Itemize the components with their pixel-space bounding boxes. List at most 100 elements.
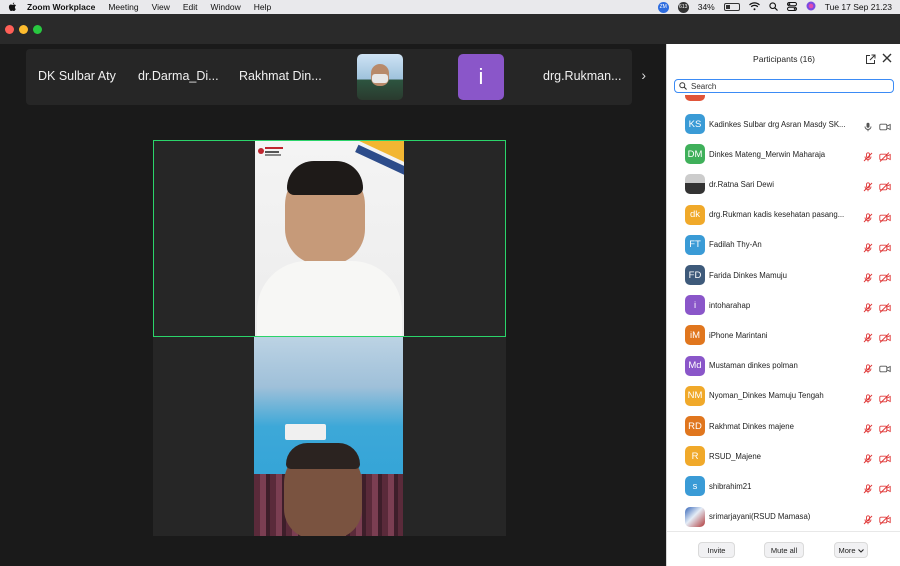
menu-view[interactable]: View xyxy=(152,2,170,12)
participant-name: Nyoman_Dinkes Mamuju Tengah xyxy=(709,391,824,401)
camera-off-icon[interactable] xyxy=(879,481,891,495)
avatar: dk xyxy=(685,204,705,225)
siri-icon[interactable] xyxy=(806,1,816,13)
battery-icon[interactable] xyxy=(723,3,740,11)
strip-video-thumbnail[interactable] xyxy=(357,54,403,100)
avatar: DM xyxy=(685,144,705,165)
participant-row[interactable]: dk drg.Rukman kadis kesehatan pasang... xyxy=(667,200,900,230)
search-icon xyxy=(679,77,687,95)
mic-muted-icon[interactable] xyxy=(863,512,873,524)
strip-tile-name[interactable]: drg.Rukman... xyxy=(543,69,623,83)
mic-muted-icon[interactable] xyxy=(863,300,873,313)
zoom-status-icon[interactable]: ZM xyxy=(657,1,669,13)
mic-muted-icon[interactable] xyxy=(863,179,873,192)
menu-app-name[interactable]: Zoom Workplace xyxy=(27,2,95,12)
strip-next-arrow-icon[interactable]: › xyxy=(641,67,646,83)
search-icon[interactable] xyxy=(769,1,778,13)
participants-header: Participants (16) xyxy=(667,44,900,74)
apple-icon[interactable] xyxy=(7,2,17,12)
strip-tile-name[interactable]: DK Sulbar Aty xyxy=(38,69,128,83)
avatar: FD xyxy=(685,265,705,285)
camera-off-icon[interactable] xyxy=(879,421,891,434)
menu-help[interactable]: Help xyxy=(254,2,271,12)
camera-off-icon[interactable] xyxy=(879,512,891,525)
invite-button[interactable]: Invite xyxy=(698,542,735,558)
more-button[interactable]: More xyxy=(834,542,868,558)
participant-row[interactable]: NM Nyoman_Dinkes Mamuju Tengah xyxy=(667,381,900,411)
menu-window[interactable]: Window xyxy=(211,2,241,12)
participant-row[interactable]: s shibrahim21 xyxy=(667,471,900,501)
strip-tile-name[interactable]: Rakhmat Din... xyxy=(239,69,323,83)
participant-name: Kadinkes Sulbar drg Asran Masdy SK... xyxy=(709,119,846,129)
active-speaker-video[interactable] xyxy=(153,140,506,337)
video-feed xyxy=(255,141,404,336)
mic-icon[interactable] xyxy=(863,119,873,132)
participant-row[interactable]: DM Dinkes Mateng_Merwin Maharaja xyxy=(667,139,900,169)
search-input[interactable] xyxy=(691,81,881,91)
wifi-icon[interactable] xyxy=(748,1,760,13)
window-close-button[interactable] xyxy=(5,25,14,34)
participant-row[interactable]: i intoharahap xyxy=(667,290,900,320)
camera-off-icon[interactable] xyxy=(879,240,891,253)
mic-muted-icon[interactable] xyxy=(863,421,873,434)
camera-icon[interactable] xyxy=(879,119,891,131)
control-center-icon[interactable] xyxy=(786,1,797,13)
participant-row[interactable]: srimarjayani(RSUD Mamasa) xyxy=(667,502,900,531)
mute-all-button[interactable]: Mute all xyxy=(764,542,804,558)
mic-muted-icon[interactable] xyxy=(863,481,873,494)
menubar-datetime[interactable]: Tue 17 Sep 21.23 xyxy=(825,2,892,12)
participant-row[interactable]: dr.Ratna Sari Dewi xyxy=(667,169,900,199)
participants-footer: Invite Mute all More xyxy=(667,531,900,566)
mic-muted-icon[interactable] xyxy=(863,391,873,404)
avatar xyxy=(685,95,705,101)
participant-row[interactable]: KS Kadinkes Sulbar drg Asran Masdy SK... xyxy=(667,109,900,139)
status-badge-icon[interactable]: 613 xyxy=(677,1,689,13)
mic-muted-icon[interactable] xyxy=(863,240,873,253)
battery-percent: 34% xyxy=(697,2,715,12)
participant-row[interactable]: FD Farida Dinkes Mamuju xyxy=(667,260,900,290)
camera-off-icon[interactable] xyxy=(879,451,891,465)
mic-muted-icon[interactable] xyxy=(863,210,873,222)
strip-avatar-tile[interactable]: i xyxy=(458,54,504,100)
avatar: i xyxy=(685,295,705,316)
camera-off-icon[interactable] xyxy=(879,210,891,223)
window-minimize-button[interactable] xyxy=(19,25,28,34)
menu-edit[interactable]: Edit xyxy=(183,2,198,12)
close-icon[interactable] xyxy=(881,51,893,63)
mic-muted-icon[interactable] xyxy=(863,330,873,343)
mic-muted-icon[interactable] xyxy=(863,361,873,373)
window-fullscreen-button[interactable] xyxy=(33,25,42,34)
participant-video[interactable] xyxy=(153,337,506,536)
mic-muted-icon[interactable] xyxy=(863,149,873,162)
strip-tile-name[interactable]: dr.Darma_Di... xyxy=(138,69,220,83)
participant-name: Mustaman dinkes polman xyxy=(709,361,798,371)
camera-off-icon[interactable] xyxy=(879,391,891,404)
camera-off-icon[interactable] xyxy=(879,179,891,193)
menu-meeting[interactable]: Meeting xyxy=(108,2,138,12)
participant-row[interactable]: RD Rakhmat Dinkes majene xyxy=(667,411,900,441)
camera-off-icon[interactable] xyxy=(879,149,891,163)
participant-name: srimarjayani(RSUD Mamasa) xyxy=(709,512,811,522)
mic-muted-icon[interactable] xyxy=(863,270,873,283)
participant-name: Farida Dinkes Mamuju xyxy=(709,270,787,280)
camera-icon[interactable] xyxy=(879,361,891,372)
participant-row[interactable]: FT Fadilah Thy-An xyxy=(667,230,900,260)
camera-off-icon[interactable] xyxy=(879,330,891,344)
participant-row[interactable]: Md Mustaman dinkes polman xyxy=(667,351,900,381)
camera-off-icon[interactable] xyxy=(879,270,891,283)
participant-name: Fadilah Thy-An xyxy=(709,240,762,250)
participant-row[interactable]: R RSUD_Majene xyxy=(667,441,900,471)
participant-name: shibrahim21 xyxy=(709,481,752,491)
air-conditioner xyxy=(285,424,326,440)
speaker-shirt xyxy=(257,261,402,336)
participant-name: intoharahap xyxy=(709,300,751,310)
camera-off-icon[interactable] xyxy=(879,300,891,314)
avatar: KS xyxy=(685,114,705,134)
participant-name: dr.Ratna Sari Dewi xyxy=(709,179,775,189)
participant-row[interactable]: iM iPhone Marintani xyxy=(667,320,900,350)
window-title-bar xyxy=(0,14,900,44)
mic-muted-icon[interactable] xyxy=(863,451,873,464)
popout-icon[interactable] xyxy=(865,52,876,64)
face-mask xyxy=(372,74,388,83)
speaker-hair xyxy=(287,161,363,195)
